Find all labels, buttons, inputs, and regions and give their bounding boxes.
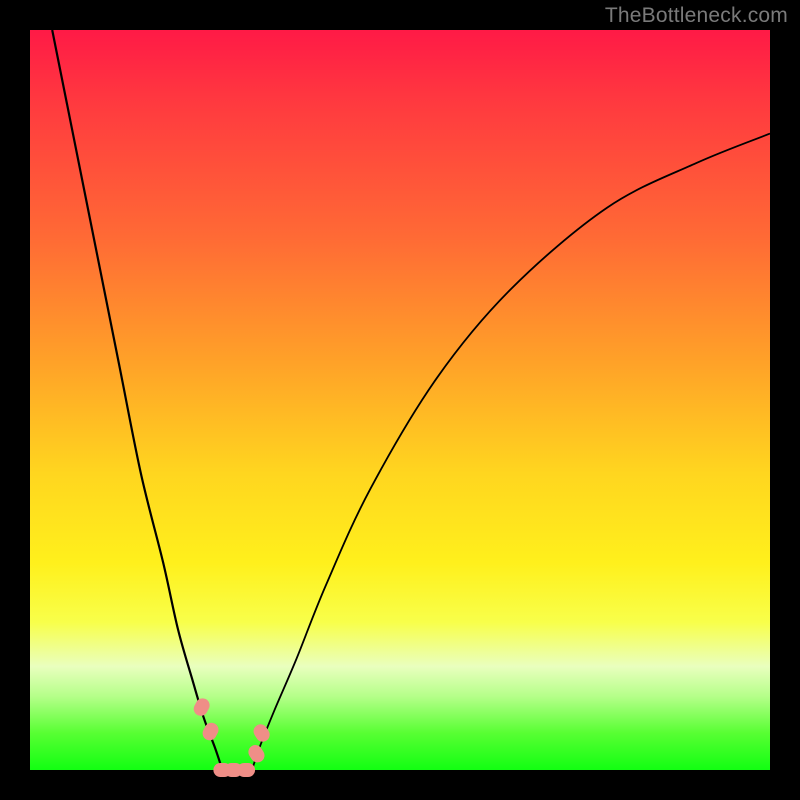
left-dip-marker-lower: [200, 720, 221, 742]
curve-layer: [30, 30, 770, 770]
valley-floor-blob-c: [237, 763, 255, 777]
left-branch-curve: [52, 30, 222, 770]
watermark-text: TheBottleneck.com: [605, 4, 788, 28]
marker-group: [191, 696, 272, 777]
right-branch-curve: [252, 134, 770, 770]
plot-area: [30, 30, 770, 770]
right-dip-marker-lower: [246, 742, 267, 765]
left-dip-marker-upper: [191, 696, 212, 718]
chart-frame: TheBottleneck.com: [0, 0, 800, 800]
